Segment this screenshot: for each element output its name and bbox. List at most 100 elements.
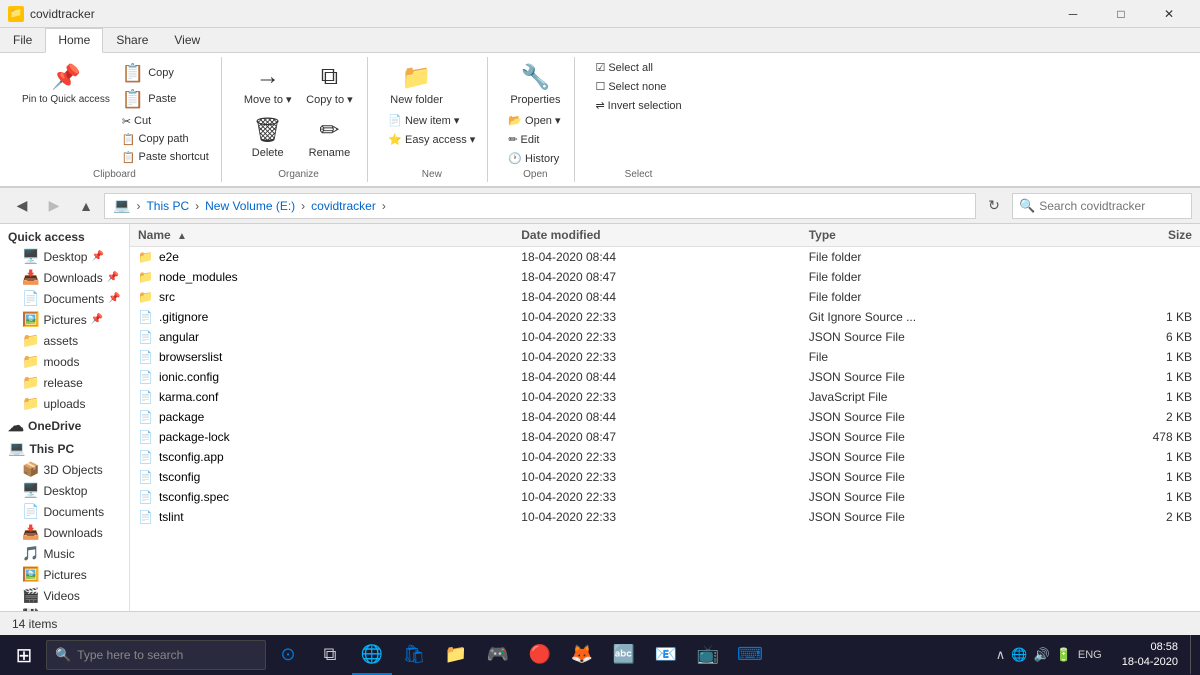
pin-to-quick-access-button[interactable]: 📌 Pin to Quick access — [16, 59, 116, 167]
tab-view[interactable]: View — [161, 28, 213, 52]
back-button[interactable]: ◀ — [8, 192, 36, 220]
sidebar-item-documents[interactable]: 📄 Documents — [14, 501, 129, 522]
minimize-button[interactable]: ─ — [1050, 0, 1096, 28]
table-row[interactable]: 📄 karma.conf 10-04-2020 22:33 JavaScript… — [130, 387, 1200, 407]
sidebar-item-release[interactable]: 📁 release — [14, 372, 129, 393]
taskbar-task-view[interactable]: ⧉ — [310, 635, 350, 675]
sidebar-item-music[interactable]: 🎵 Music — [14, 543, 129, 564]
sidebar-item-downloads[interactable]: 📥 Downloads — [14, 522, 129, 543]
file-size: 1 KB — [1096, 350, 1192, 364]
maximize-button[interactable]: □ — [1098, 0, 1144, 28]
paste-button[interactable]: 📋 Paste — [118, 87, 213, 112]
move-to-button[interactable]: → Move to ▾ — [238, 59, 298, 110]
column-name[interactable]: Name ▲ — [138, 228, 521, 242]
this-pc-header[interactable]: 💻 This PC — [0, 438, 129, 459]
search-bar[interactable]: 🔍 — [1012, 193, 1192, 219]
taskbar-app3[interactable]: 🦊 — [562, 635, 602, 675]
tab-home[interactable]: Home — [45, 28, 103, 53]
column-date[interactable]: Date modified — [521, 228, 808, 242]
taskbar-app5[interactable]: 📧 — [646, 635, 686, 675]
sidebar-item-downloads-qa[interactable]: 📥 Downloads 📌 — [14, 267, 129, 288]
open-button[interactable]: 📂 Open ▾ — [504, 112, 564, 129]
column-size[interactable]: Size — [1096, 228, 1192, 242]
taskbar-app4[interactable]: 🔤 — [604, 635, 644, 675]
edit-button[interactable]: ✏ Edit — [504, 131, 543, 148]
tray-volume[interactable]: 🔊 — [1034, 647, 1050, 663]
taskbar-app1[interactable]: 🎮 — [478, 635, 518, 675]
onedrive-header[interactable]: ☁ OneDrive — [0, 414, 129, 438]
taskbar-explorer[interactable]: 📁 — [436, 635, 476, 675]
taskbar-app2[interactable]: 🔴 — [520, 635, 560, 675]
taskbar-store[interactable]: 🛍 — [394, 635, 434, 675]
tab-file[interactable]: File — [0, 28, 45, 52]
forward-button[interactable]: ▶ — [40, 192, 68, 220]
cut-button[interactable]: ✂ Cut — [118, 113, 213, 130]
table-row[interactable]: 📄 package-lock 18-04-2020 08:47 JSON Sou… — [130, 427, 1200, 447]
copy-to-button[interactable]: ⧉ Copy to ▾ — [300, 59, 360, 110]
copy-path-button[interactable]: 📋 Copy path — [118, 131, 213, 148]
breadcrumb-folder[interactable]: covidtracker — [311, 199, 376, 213]
taskbar-app6[interactable]: 📺 — [688, 635, 728, 675]
new-folder-button[interactable]: 📁 New folder — [384, 59, 449, 110]
tab-share[interactable]: Share — [103, 28, 161, 52]
sidebar-item-assets[interactable]: 📁 assets — [14, 330, 129, 351]
table-row[interactable]: 📁 e2e 18-04-2020 08:44 File folder — [130, 247, 1200, 267]
table-row[interactable]: 📄 .gitignore 10-04-2020 22:33 Git Ignore… — [130, 307, 1200, 327]
quick-access-header[interactable]: Quick access — [0, 228, 129, 246]
sidebar-item-moods[interactable]: 📁 moods — [14, 351, 129, 372]
paste-shortcut-button[interactable]: 📋 Paste shortcut — [118, 149, 213, 166]
language-indicator[interactable]: ENG — [1078, 649, 1102, 661]
sidebar-item-uploads[interactable]: 📁 uploads — [14, 393, 129, 414]
refresh-button[interactable]: ↻ — [980, 192, 1008, 220]
tray-chevron[interactable]: ∧ — [996, 647, 1006, 663]
sidebar-item-pictures[interactable]: 🖼️ Pictures — [14, 564, 129, 585]
history-button[interactable]: 🕐 History — [504, 150, 563, 167]
table-row[interactable]: 📄 ionic.config 18-04-2020 08:44 JSON Sou… — [130, 367, 1200, 387]
table-row[interactable]: 📁 src 18-04-2020 08:44 File folder — [130, 287, 1200, 307]
taskbar-cortana[interactable]: ⊙ — [268, 635, 308, 675]
tray-battery[interactable]: 🔋 — [1056, 647, 1072, 663]
up-button[interactable]: ▲ — [72, 192, 100, 220]
table-row[interactable]: 📄 tslint 10-04-2020 22:33 JSON Source Fi… — [130, 507, 1200, 527]
new-item-button[interactable]: 📄 New item ▾ — [384, 112, 463, 129]
sidebar-item-videos[interactable]: 🎬 Videos — [14, 585, 129, 606]
show-desktop-button[interactable] — [1190, 635, 1196, 675]
breadcrumb-this-pc[interactable]: This PC — [146, 199, 189, 213]
file-icon: 📄 — [138, 330, 153, 344]
select-none-button[interactable]: ☐ Select none — [591, 78, 670, 95]
breadcrumb-volume[interactable]: New Volume (E:) — [205, 199, 295, 213]
clock[interactable]: 08:58 18-04-2020 — [1114, 640, 1186, 671]
sidebar-item-documents-qa[interactable]: 📄 Documents 📌 — [14, 288, 129, 309]
taskbar-search[interactable]: 🔍 Type here to search — [46, 640, 266, 670]
delete-button[interactable]: 🗑 Delete — [238, 112, 298, 163]
navigation-bar: ◀ ▶ ▲ 💻 › This PC › New Volume (E:) › co… — [0, 188, 1200, 224]
file-date: 10-04-2020 22:33 — [521, 310, 808, 324]
close-button[interactable]: ✕ — [1146, 0, 1192, 28]
table-row[interactable]: 📄 tsconfig 10-04-2020 22:33 JSON Source … — [130, 467, 1200, 487]
sidebar-item-pictures-qa[interactable]: 🖼️ Pictures 📌 — [14, 309, 129, 330]
copy-button[interactable]: 📋 Copy — [118, 61, 213, 86]
onedrive-icon: ☁ — [8, 416, 24, 436]
easy-access-button[interactable]: ⭐ Easy access ▾ — [384, 131, 479, 148]
search-input[interactable] — [1039, 199, 1185, 213]
taskbar-vscode[interactable]: ⌨ — [730, 635, 770, 675]
table-row[interactable]: 📄 tsconfig.app 10-04-2020 22:33 JSON Sou… — [130, 447, 1200, 467]
table-row[interactable]: 📄 angular 10-04-2020 22:33 JSON Source F… — [130, 327, 1200, 347]
rename-button[interactable]: ✏ Rename — [300, 112, 360, 163]
app5-icon: 📧 — [655, 644, 677, 665]
invert-selection-button[interactable]: ⇌ Invert selection — [591, 97, 685, 114]
column-type[interactable]: Type — [809, 228, 1096, 242]
sidebar-item-3d-objects[interactable]: 📦 3D Objects — [14, 459, 129, 480]
table-row[interactable]: 📁 node_modules 18-04-2020 08:47 File fol… — [130, 267, 1200, 287]
properties-button[interactable]: 🔧 Properties — [504, 59, 566, 110]
select-all-button[interactable]: ☑ Select all — [591, 59, 657, 76]
taskbar-edge[interactable]: 🌐 — [352, 635, 392, 675]
table-row[interactable]: 📄 browserslist 10-04-2020 22:33 File 1 K… — [130, 347, 1200, 367]
table-row[interactable]: 📄 tsconfig.spec 10-04-2020 22:33 JSON So… — [130, 487, 1200, 507]
sidebar-item-desktop-qa[interactable]: 🖥️ Desktop 📌 — [14, 246, 129, 267]
address-bar[interactable]: 💻 › This PC › New Volume (E:) › covidtra… — [104, 193, 976, 219]
tray-network[interactable]: 🌐 — [1011, 647, 1027, 663]
table-row[interactable]: 📄 package 18-04-2020 08:44 JSON Source F… — [130, 407, 1200, 427]
start-button[interactable]: ⊞ — [4, 635, 44, 675]
sidebar-item-desktop[interactable]: 🖥️ Desktop — [14, 480, 129, 501]
